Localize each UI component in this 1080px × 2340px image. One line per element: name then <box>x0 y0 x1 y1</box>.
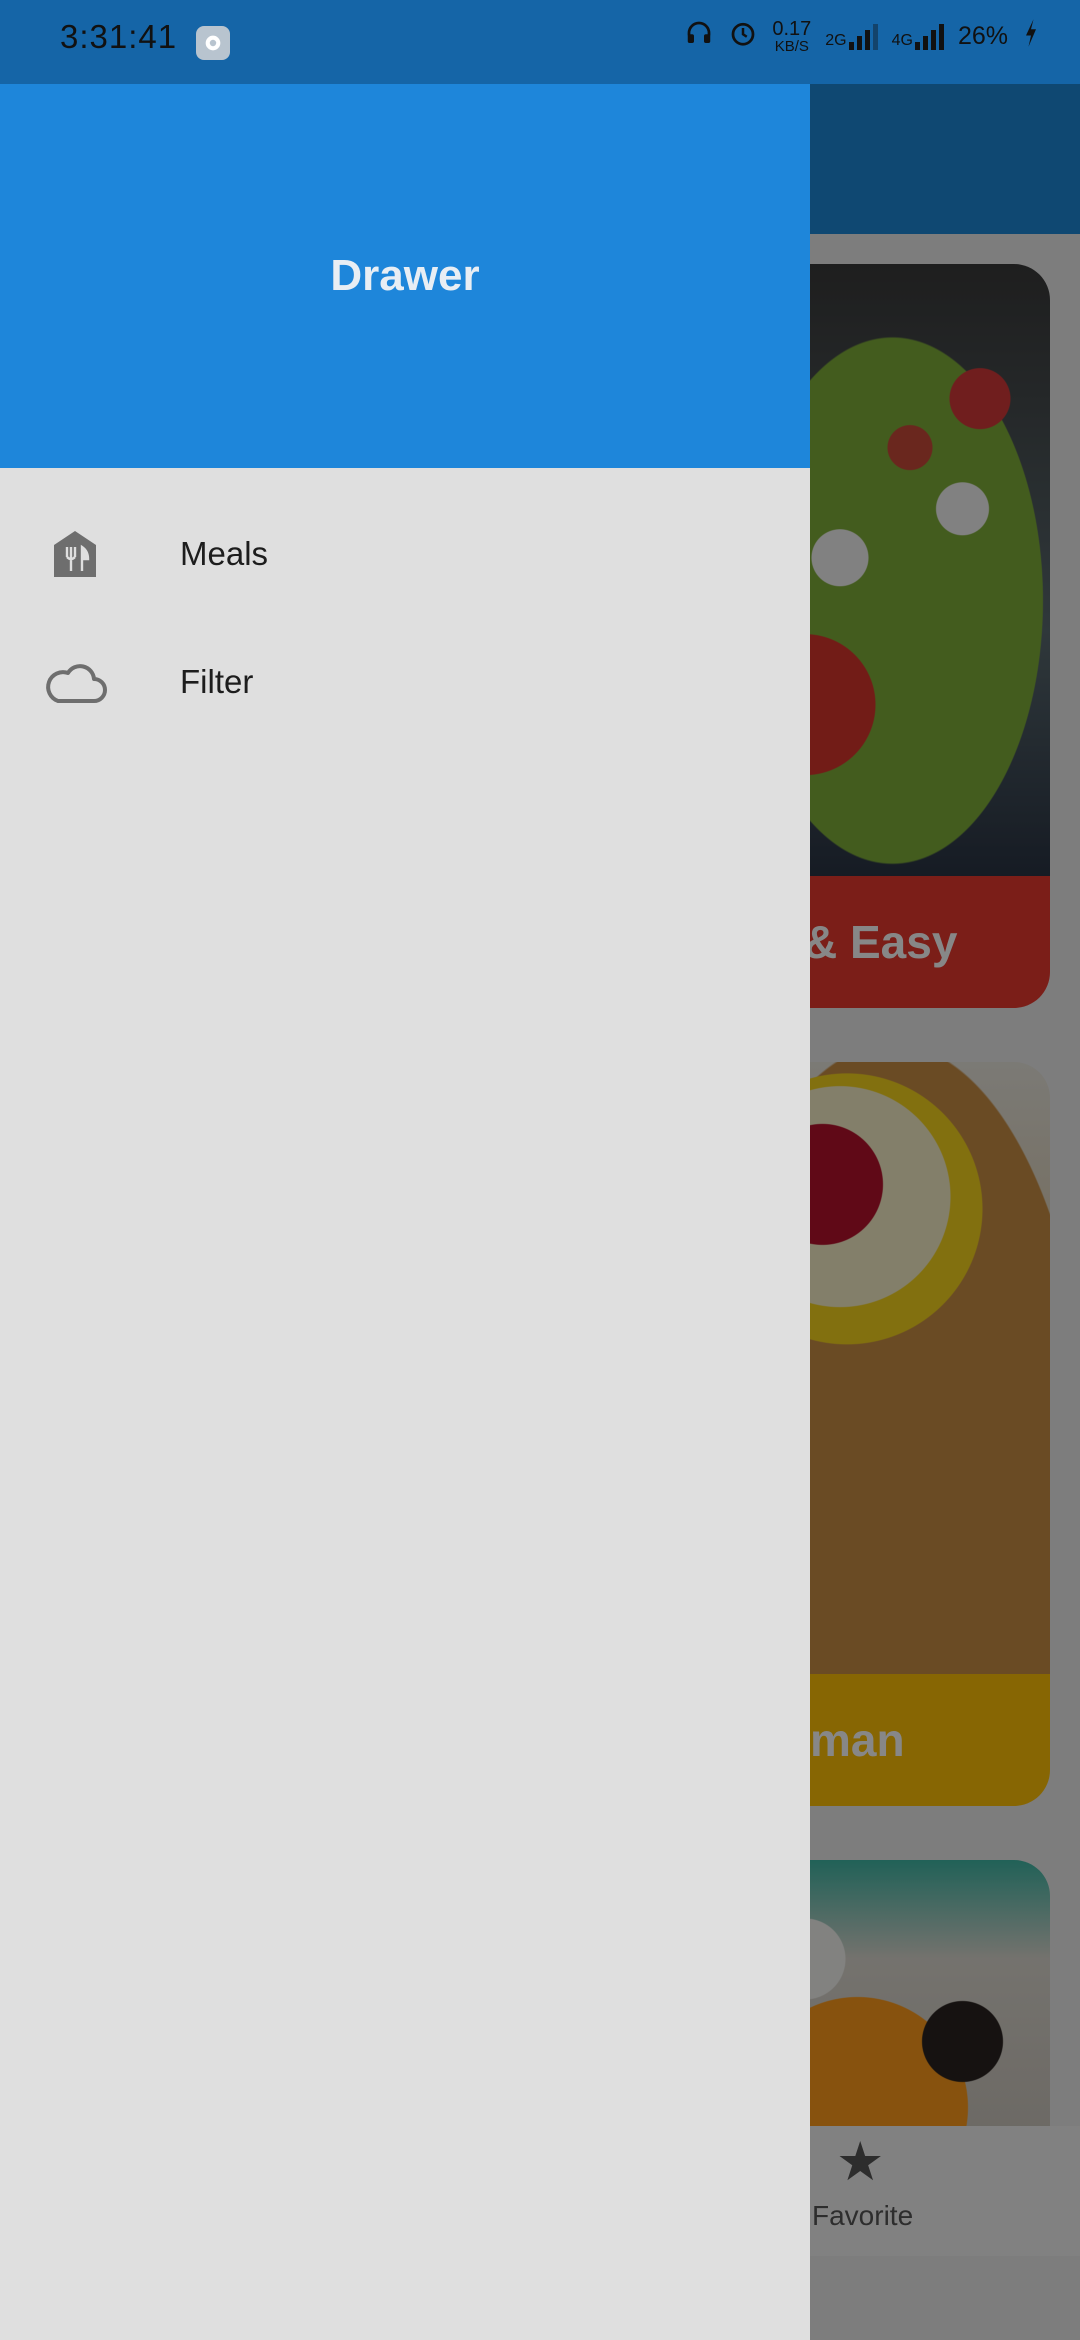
alarm-icon <box>728 18 758 55</box>
cloud-icon <box>40 652 110 712</box>
battery-level: 26% <box>957 22 1008 50</box>
signal-4g: 4G <box>891 23 944 50</box>
drawer-title: Drawer <box>330 251 480 300</box>
network-speed: 0.17 KB/S <box>772 19 811 54</box>
signal-bars-icon <box>848 23 878 50</box>
charging-icon <box>1022 18 1040 55</box>
signal-2g: 2G <box>825 23 878 50</box>
speed-unit: KB/S <box>774 38 809 55</box>
network-type-1: 2G <box>825 31 847 49</box>
status-bar: 3:31:41 0.17 KB/S 2G 4G 26% <box>0 0 1080 84</box>
signal-bars-icon <box>914 23 944 50</box>
headphones-icon <box>684 18 714 55</box>
restaurant-icon <box>40 524 110 584</box>
drawer-item-label: Meals <box>180 535 269 572</box>
drawer-item-filter[interactable]: Filter <box>0 618 810 746</box>
drawer-header: Drawer <box>0 84 810 468</box>
drawer-item-meals[interactable]: Meals <box>0 490 810 618</box>
drawer-item-label: Filter <box>180 663 254 700</box>
network-type-2: 4G <box>891 31 913 49</box>
status-time: 3:31:41 <box>60 18 178 55</box>
settings-notification-icon <box>196 26 230 60</box>
status-indicators: 0.17 KB/S 2G 4G 26% <box>684 18 1040 55</box>
navigation-drawer: Drawer Meals Filter <box>0 84 810 2340</box>
speed-value: 0.17 <box>772 18 812 40</box>
